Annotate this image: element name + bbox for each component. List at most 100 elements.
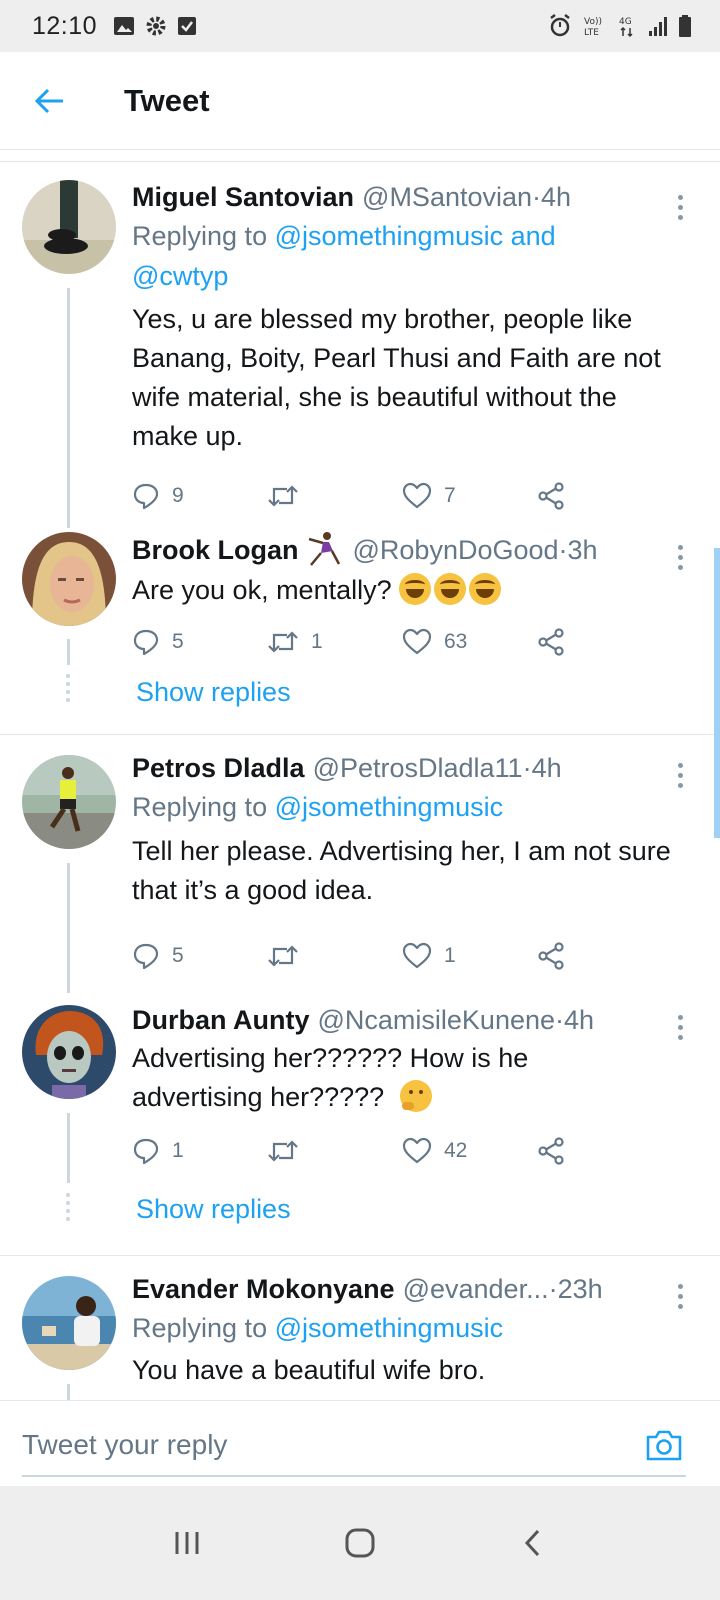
back-button[interactable] bbox=[0, 52, 100, 150]
user-handle[interactable]: @NcamisileKunene bbox=[318, 1001, 556, 1039]
share-button[interactable] bbox=[537, 628, 672, 656]
reply-icon bbox=[133, 483, 159, 510]
retweet-button[interactable]: 1 bbox=[267, 629, 402, 655]
tweet-item[interactable]: Brook Logan @RobynDoGood · 3h Are you ok… bbox=[0, 515, 720, 665]
replying-to: Replying to @jsomethingmusic bbox=[132, 1308, 672, 1348]
show-replies-link[interactable]: Show replies bbox=[0, 662, 720, 712]
tweet-item[interactable]: Evander Mokonyane @evander... · 23h Repl… bbox=[0, 1256, 720, 1424]
tears-of-joy-emoji-icon bbox=[469, 573, 502, 605]
thread-dots bbox=[66, 674, 71, 706]
thread-line bbox=[67, 288, 70, 528]
avatar[interactable] bbox=[22, 755, 116, 849]
reply-button[interactable]: 5 bbox=[132, 628, 267, 656]
tweet-time: 23h bbox=[557, 1274, 603, 1304]
checkbox-icon bbox=[178, 17, 197, 35]
more-options-icon[interactable] bbox=[676, 1284, 684, 1309]
tweet-text: Are you ok, mentally? bbox=[132, 571, 672, 610]
display-name[interactable]: Durban Aunty bbox=[132, 1001, 310, 1039]
like-button[interactable]: 7 bbox=[402, 482, 537, 510]
display-name[interactable]: Miguel Santovian bbox=[132, 178, 354, 216]
camera-button[interactable] bbox=[644, 1425, 684, 1465]
battery-icon bbox=[679, 15, 691, 37]
user-handle[interactable]: @MSantovian bbox=[362, 178, 532, 216]
like-button[interactable]: 1 bbox=[402, 942, 537, 970]
tweet-time: 3h bbox=[567, 535, 598, 565]
reply-count: 5 bbox=[172, 944, 184, 967]
share-icon bbox=[538, 1137, 564, 1165]
tweet-item[interactable]: Miguel Santovian @MSantovian · 4h Replyi… bbox=[0, 162, 720, 528]
display-name[interactable]: Brook Logan bbox=[132, 531, 299, 569]
show-replies-row: Show replies bbox=[0, 1183, 720, 1255]
app-header: Tweet bbox=[0, 52, 720, 150]
alarm-icon bbox=[550, 14, 570, 37]
status-bar: 12:10 Vo)) LTE 4G bbox=[0, 0, 720, 52]
avatar[interactable] bbox=[22, 1276, 116, 1370]
dancer-emoji-icon bbox=[308, 532, 340, 566]
mention-link[interactable]: @jsomethingmusic bbox=[275, 792, 504, 822]
reply-button[interactable]: 1 bbox=[132, 1137, 267, 1165]
share-button[interactable] bbox=[537, 942, 672, 970]
display-name[interactable]: Petros Dladla bbox=[132, 749, 305, 787]
reply-feed[interactable]: Miguel Santovian @MSantovian · 4h Replyi… bbox=[0, 150, 720, 1430]
more-options-icon[interactable] bbox=[676, 195, 684, 220]
status-system-icons: Vo)) LTE 4G bbox=[548, 14, 692, 38]
separator: · bbox=[555, 1005, 565, 1035]
page-title: Tweet bbox=[124, 82, 210, 118]
chevron-left-icon bbox=[525, 1529, 540, 1557]
tweet-text: Advertising her?????? How is he advertis… bbox=[132, 1039, 672, 1117]
tears-of-joy-emoji-icon bbox=[434, 573, 467, 605]
tweet-actions: 5 1 63 bbox=[132, 622, 672, 662]
more-options-icon[interactable] bbox=[676, 1015, 684, 1040]
thread-dots bbox=[66, 1193, 71, 1225]
user-handle[interactable]: @evander... bbox=[403, 1270, 549, 1308]
tweet-text-line: Advertising her?????? How is he bbox=[132, 1043, 529, 1073]
mention-link[interactable]: @jsomethingmusic bbox=[275, 1313, 504, 1343]
share-button[interactable] bbox=[537, 1137, 672, 1165]
tweet-header: Brook Logan @RobynDoGood · 3h bbox=[132, 531, 672, 569]
user-handle[interactable]: @RobynDoGood bbox=[353, 531, 559, 569]
thinking-face-emoji-icon bbox=[399, 1080, 432, 1112]
thread-line bbox=[67, 1113, 70, 1183]
show-replies-link[interactable]: Show replies bbox=[0, 1183, 720, 1229]
retweet-button[interactable] bbox=[267, 483, 402, 509]
scrollbar-thumb[interactable] bbox=[714, 548, 720, 838]
gallery-icon bbox=[114, 17, 135, 35]
like-count: 1 bbox=[444, 944, 456, 967]
heart-icon bbox=[402, 942, 432, 969]
more-options-icon[interactable] bbox=[676, 545, 684, 570]
tweet-item[interactable]: Petros Dladla @PetrosDladla11 · 4h Reply… bbox=[0, 735, 720, 993]
tweet-header: Petros Dladla @PetrosDladla11 · 4h bbox=[132, 749, 672, 787]
reply-count: 1 bbox=[172, 1139, 184, 1162]
share-button[interactable] bbox=[537, 482, 672, 510]
home-button[interactable] bbox=[330, 1513, 390, 1573]
tweet-item[interactable]: Durban Aunty @NcamisileKunene · 4h Adver… bbox=[0, 993, 720, 1183]
volte-icon: Vo))LTE bbox=[584, 17, 602, 38]
reply-button[interactable]: 5 bbox=[132, 942, 267, 970]
back-nav-button[interactable] bbox=[503, 1513, 563, 1573]
tweet-header: Evander Mokonyane @evander... · 23h bbox=[132, 1270, 672, 1308]
mention-link[interactable]: @jsomethingmusic and bbox=[275, 221, 556, 251]
avatar[interactable] bbox=[22, 180, 116, 274]
retweet-button[interactable] bbox=[267, 1138, 402, 1164]
network-4g-icon: 4G bbox=[619, 17, 633, 38]
show-replies-row: Show replies bbox=[0, 662, 720, 734]
like-button[interactable]: 42 bbox=[402, 1137, 537, 1165]
camera-icon bbox=[646, 1430, 682, 1461]
reply-button[interactable]: 9 bbox=[132, 482, 267, 510]
heart-icon bbox=[402, 1137, 432, 1164]
like-button[interactable]: 63 bbox=[402, 628, 537, 656]
tweet-actions: 5 1 bbox=[132, 936, 672, 976]
share-icon bbox=[538, 628, 564, 656]
heart-icon bbox=[402, 482, 432, 509]
user-handle[interactable]: @PetrosDladla11 bbox=[313, 749, 523, 787]
avatar[interactable] bbox=[22, 1005, 116, 1099]
reply-input[interactable] bbox=[22, 1423, 622, 1467]
recent-apps-button[interactable] bbox=[157, 1513, 217, 1573]
avatar[interactable] bbox=[22, 532, 116, 626]
tweet-actions: 9 7 bbox=[132, 476, 672, 516]
more-options-icon[interactable] bbox=[676, 763, 684, 788]
display-name[interactable]: Evander Mokonyane bbox=[132, 1270, 395, 1308]
retweet-button[interactable] bbox=[267, 943, 402, 969]
tweet-text: Yes, u are blessed my brother, people li… bbox=[132, 304, 661, 451]
mention-link[interactable]: @cwtyp bbox=[132, 261, 228, 291]
